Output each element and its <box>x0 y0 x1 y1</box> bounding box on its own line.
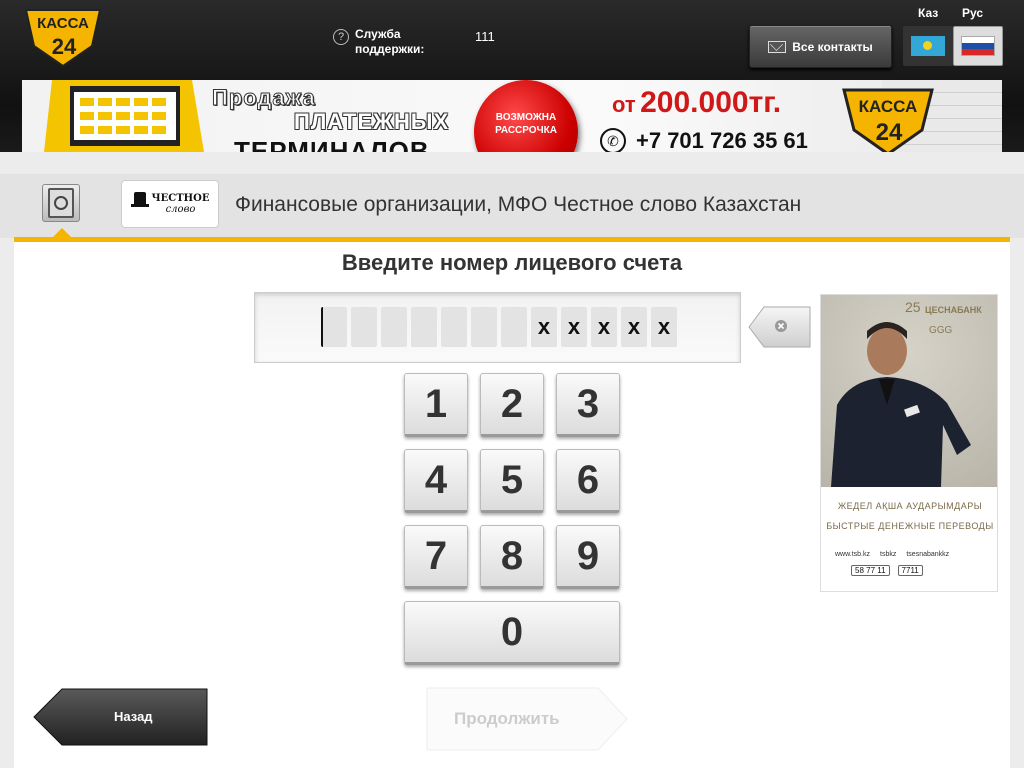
safe-icon <box>48 188 74 218</box>
provider-logo-line1: ЧЕСТНОЕ <box>151 193 210 204</box>
key-3[interactable]: 3 <box>556 373 620 437</box>
support-label: Служба поддержки: <box>355 27 425 56</box>
banner-line1: Продажа <box>212 85 316 111</box>
phone-icon: ✆ <box>600 128 626 154</box>
continue-button[interactable]: Продолжить <box>426 687 628 751</box>
key-6[interactable]: 6 <box>556 449 620 513</box>
banner-kassa24-logo: КАССА 24 <box>842 88 934 156</box>
seal-text: ВОЗМОЖНА РАССРОЧКА <box>495 112 557 136</box>
account-digit-slot <box>381 307 407 347</box>
russia-flag-icon <box>961 36 995 56</box>
person-silhouette <box>831 322 971 487</box>
account-digit-slot <box>501 307 527 347</box>
back-button[interactable]: Назад <box>32 688 208 746</box>
banner-logo-bottom: 24 <box>876 119 903 146</box>
account-digit-slot <box>441 307 467 347</box>
account-digit-slot <box>351 307 377 347</box>
key-8[interactable]: 8 <box>480 525 544 589</box>
account-digit-slot <box>321 307 347 347</box>
category-safe-button[interactable] <box>42 184 80 222</box>
provider-logo-line2: слово <box>165 204 196 215</box>
tsesnabank-ad[interactable]: 25 ЦЕСНАБАНК GGG ЖЕДЕЛ АҚША АУДАРЫМДАРЫ … <box>820 294 998 592</box>
banner-line2: ПЛАТЕЖНЫХ <box>294 109 450 134</box>
envelope-icon <box>768 40 787 53</box>
account-digit-slot: x <box>621 307 647 347</box>
ad-phone-1: 58 77 11 <box>851 565 890 576</box>
ad-bank-name: ЦЕСНАБАНК <box>925 305 982 315</box>
key-7[interactable]: 7 <box>404 525 468 589</box>
ad-link-instagram: tsesnabankkz <box>906 551 950 558</box>
ad-line-kz: ЖЕДЕЛ АҚША АУДАРЫМДАРЫ <box>837 501 983 511</box>
lang-kz-button[interactable] <box>903 26 953 66</box>
account-digit-slot: x <box>561 307 587 347</box>
price-prefix: от <box>612 92 636 117</box>
provider-logo: ЧЕСТНОЕ слово <box>121 180 219 228</box>
key-1[interactable]: 1 <box>404 373 468 437</box>
price-value: 200.000тг. <box>640 86 782 119</box>
ad-phone-2: 7711 <box>897 565 923 576</box>
key-0[interactable]: 0 <box>404 601 620 665</box>
account-digit-slot <box>411 307 437 347</box>
account-digit-slot <box>471 307 497 347</box>
account-digit-slot: x <box>591 307 617 347</box>
ad-anniversary: 25 <box>905 299 921 315</box>
kazakhstan-flag-icon <box>911 36 945 56</box>
ad-link-facebook: tsbkz <box>880 551 897 558</box>
support-info[interactable]: ? Служба поддержки: <box>333 27 431 57</box>
input-prompt: Введите номер лицевого счета <box>341 250 683 275</box>
banner-logo-top: КАССА <box>859 97 918 116</box>
banner-price: от 200.000тг. <box>612 86 781 120</box>
logo-text-bottom: 24 <box>52 34 77 59</box>
banner-phone-number: +7 701 726 35 61 <box>636 128 808 153</box>
account-digit-slot: x <box>651 307 677 347</box>
ad-links: www.tsb.kz tsbkz tsesnabankkz <box>835 551 949 558</box>
banner-phone: ✆ +7 701 726 35 61 <box>600 128 808 154</box>
all-contacts-label: Все контакты <box>792 39 873 54</box>
key-4[interactable]: 4 <box>404 449 468 513</box>
all-contacts-button[interactable]: Все контакты <box>749 25 892 68</box>
support-phone: 111 <box>475 29 495 44</box>
lang-kz-label: Каз <box>918 6 939 20</box>
page-title: Финансовые организации, МФО Честное слов… <box>235 193 802 216</box>
ad-link-site: www.tsb.kz <box>835 551 871 558</box>
hat-icon <box>130 192 149 216</box>
account-number-field[interactable]: xxxxx <box>254 292 741 363</box>
key-9[interactable]: 9 <box>556 525 620 589</box>
account-digit-slot: x <box>531 307 557 347</box>
back-label: Назад <box>114 709 153 724</box>
account-number-slots: xxxxx <box>321 307 677 347</box>
ad-line-ru: БЫСТРЫЕ ДЕНЕЖНЫЕ ПЕРЕВОДЫ <box>826 521 994 531</box>
lang-ru-label: Рус <box>962 6 984 20</box>
key-2[interactable]: 2 <box>480 373 544 437</box>
key-5[interactable]: 5 <box>480 449 544 513</box>
backspace-button[interactable] <box>748 306 811 348</box>
ad-photo: 25 ЦЕСНАБАНК GGG <box>821 295 997 487</box>
lang-ru-button[interactable] <box>953 26 1003 66</box>
kassa24-logo[interactable]: КАССА 24 <box>22 6 104 68</box>
continue-label: Продолжить <box>454 709 560 728</box>
ad-phones: 58 77 11 7711 <box>851 565 923 576</box>
help-icon: ? <box>333 29 349 45</box>
logo-text-top: КАССА <box>37 15 89 32</box>
ad-ggg: GGG <box>929 325 953 336</box>
